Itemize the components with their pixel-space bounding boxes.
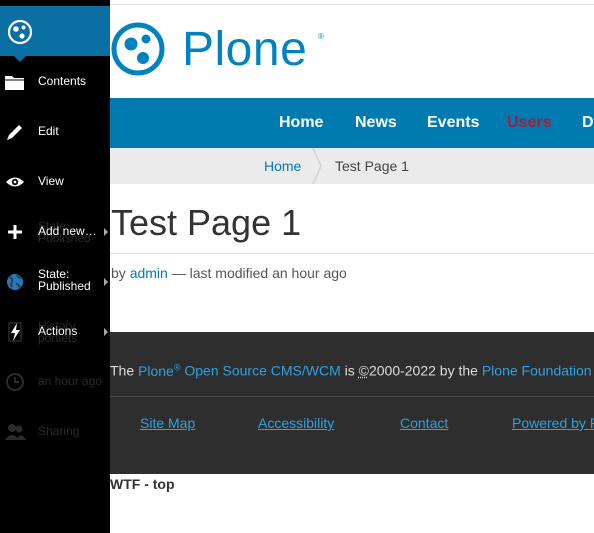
breadcrumb-current: Test Page 1 [335,158,409,174]
plone-foundation-link[interactable]: Plone Foundation [482,363,592,379]
footer: The Plone® Open Source CMS/WCM is ©2000-… [110,332,594,474]
toolbar-item-label: Sharing [38,424,80,438]
state-line-2: Published [38,279,91,293]
globe-icon [7,274,23,290]
toolbar-item-view[interactable]: View [0,162,110,202]
toolbar-item-label: State: Published [38,268,91,292]
site-brand: Plone [182,23,308,76]
breadcrumb: Home Test Page 1 [110,148,594,184]
global-navigation: Home News Events Users D [110,98,594,148]
cms-link[interactable]: Open Source CMS/WCM [184,363,340,379]
top-border [110,4,594,5]
divider [110,253,594,254]
page-title: Test Page 1 [111,202,302,243]
toolbar-item-label: Add new… [38,224,97,238]
footer-link-site-map[interactable]: Site Map [140,415,195,431]
toolbar-item-label: Contents [38,74,87,88]
toolbar-item-contents[interactable]: Contents [0,62,110,102]
toolbar-item-sharing[interactable]: Sharing [0,412,110,452]
toolbar-item-label: Edit [38,124,59,138]
document-byline: by admin — last modified an hour ago [111,265,347,281]
toolbar-item-state[interactable]: State: Published [0,262,110,302]
submenu-arrow-icon [104,328,108,336]
registered-mark: ® [318,32,324,41]
footer-link-contact[interactable]: Contact [400,415,448,431]
toolbar-item-add-new[interactable]: Add new… [0,212,110,252]
toolbar-item-label: an hour ago [38,374,103,388]
eye-icon [6,177,24,187]
toolbar-item-actions[interactable]: Actions [0,312,110,352]
breadcrumb-separator-icon [312,148,322,184]
author-link[interactable]: admin [130,265,168,281]
plone-logo-icon [111,22,165,76]
toolbar-item-edit[interactable]: Edit [0,112,110,152]
clock-icon [6,373,24,391]
nav-item-users[interactable]: Users [507,114,551,132]
plone-logo-icon [7,19,33,45]
nav-item-home[interactable]: Home [279,114,323,132]
plone-link[interactable]: Plone® [138,362,181,379]
registered-mark: ® [173,362,181,372]
folder-icon [5,76,25,90]
toolbar: Contents Edit View State: Published Add … [0,0,110,533]
copyright-symbol: © [358,362,369,379]
colophon-text: The [110,362,135,379]
site-logo[interactable]: Plone ® [110,20,340,80]
nav-item-events[interactable]: Events [427,114,479,132]
users-icon [5,424,26,440]
plone-link-text: Plone [138,362,174,379]
submenu-arrow-icon [104,278,108,286]
footer-link-accessibility[interactable]: Accessibility [258,415,334,431]
toolbar-logo-button[interactable] [0,6,110,62]
colophon-text: 2000-2022 by the [368,362,478,379]
pencil-icon [7,125,22,140]
breadcrumb-home-link[interactable]: Home [264,158,301,174]
toolbar-item-label: Actions [38,324,78,338]
after-footer-text: WTF - top [110,476,175,492]
colophon-text: is [344,362,355,379]
footer-link-powered-by[interactable]: Powered by P [512,415,594,431]
bolt-icon [8,322,22,342]
plus-icon [8,225,22,239]
toolbar-item-history[interactable]: an hour ago [0,362,110,402]
divider [110,396,594,397]
byline-modified: — last modified an hour ago [171,265,347,281]
byline-prefix: by [111,265,126,281]
footer-colophon: The Plone® Open Source CMS/WCM is ©2000-… [110,362,594,379]
toolbar-item-label: View [38,174,64,188]
submenu-arrow-icon [104,228,108,236]
nav-item-truncated[interactable]: D [582,114,594,132]
nav-item-news[interactable]: News [355,114,397,132]
